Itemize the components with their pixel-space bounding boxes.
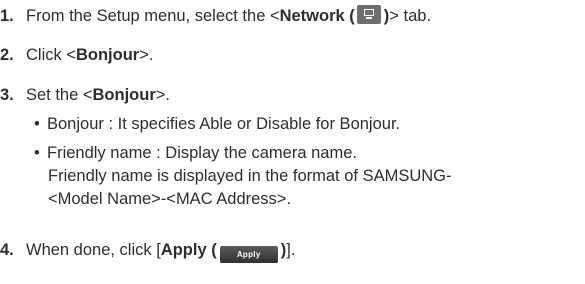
step-3: 3. Set the <Bonjour>. — [0, 84, 585, 106]
bullet-continuation-line: <Model Name>-<MAC Address>. — [48, 190, 292, 208]
bullet-dot: • — [34, 144, 40, 162]
step-bold: Bonjour — [75, 46, 140, 64]
bullet-text: Friendly name : Display the camera name. — [47, 144, 357, 162]
step-number: 1. — [0, 7, 14, 25]
step-4: 4. When done, click [Apply (Apply)]. — [0, 239, 585, 263]
bullet-text: Bonjour : It specifies Able or Disable f… — [47, 115, 401, 133]
apply-button: Apply — [219, 246, 278, 263]
bullet-dot: • — [34, 115, 40, 133]
step-text: Set the < — [26, 86, 93, 104]
bullet-item-friendly-name: • Friendly name : Display the camera name… — [34, 142, 357, 164]
step-text-suffix: >. — [155, 86, 170, 104]
step-number: 4. — [0, 241, 14, 259]
network-monitor-icon — [356, 5, 381, 24]
step-text-suffix: > tab. — [389, 7, 432, 25]
bullet-continuation-line: Friendly name is displayed in the format… — [48, 167, 452, 185]
step-text: When done, click [ — [26, 241, 161, 259]
step-text-suffix: >. — [139, 46, 154, 64]
step-bold: Network ( — [279, 7, 355, 25]
step-text: From the Setup menu, select the < — [26, 7, 280, 25]
step-number: 2. — [0, 46, 14, 64]
step-2: 2. Click <Bonjour>. — [0, 44, 585, 66]
step-text-suffix: ]. — [286, 241, 296, 259]
manual-instructions: 1. From the Setup menu, select the <Netwo… — [0, 0, 585, 284]
step-bold: Apply ( — [160, 241, 217, 259]
bullet-item-bonjour: • Bonjour : It specifies Able or Disable … — [34, 113, 400, 135]
step-number: 3. — [0, 86, 14, 104]
step-1: 1. From the Setup menu, select the <Netwo… — [0, 5, 585, 27]
step-bold: Bonjour — [92, 86, 156, 104]
step-text: Click < — [26, 46, 76, 64]
